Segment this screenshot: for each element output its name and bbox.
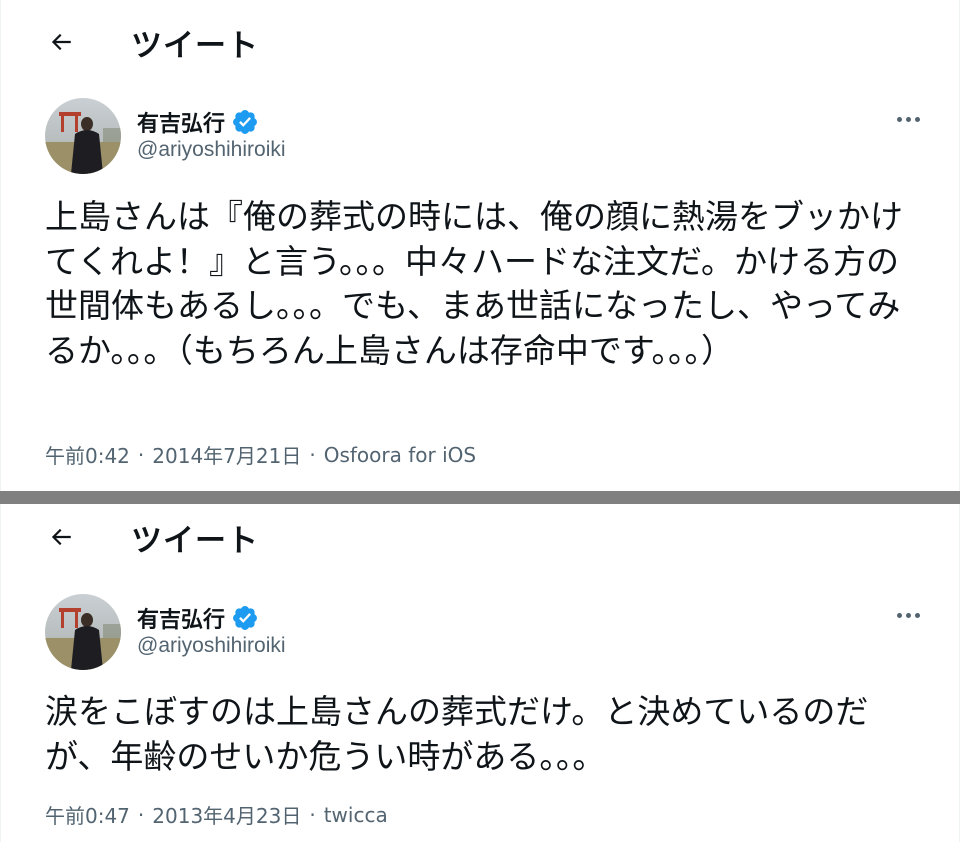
verified-badge-icon [233, 606, 257, 630]
separator: · [137, 802, 145, 827]
name-row[interactable]: 有吉弘行 [137, 602, 259, 634]
display-name: 有吉弘行 [137, 608, 226, 633]
tweet-text: 涙をこぼすのは上島さんの葬式だけ。と決めているのだが、年齢のせいか危うい時がある… [45, 692, 869, 776]
avatar-image [45, 98, 121, 174]
page-title: ツイート [131, 28, 259, 64]
name-row[interactable]: 有吉弘行 [137, 106, 259, 138]
tweet-panel-2: ツイート 有吉弘行 @ariyoshihiroiki 涙をこぼすのは上島さんの葬… [0, 504, 960, 842]
verified-badge-icon [233, 110, 257, 134]
separator: · [309, 802, 316, 827]
more-button[interactable] [891, 104, 925, 134]
header-bar: ツイート [1, 0, 959, 82]
tweet-source[interactable]: twicca [324, 803, 388, 827]
user-handle[interactable]: @ariyoshihiroiki [137, 138, 286, 162]
tweet-panel-1: ツイート 有吉弘行 @ariyoshihiroiki 上島さんは『俺の葬式の時に… [0, 0, 960, 491]
user-handle[interactable]: @ariyoshihiroiki [137, 634, 286, 658]
tweet-author: 有吉弘行 @ariyoshihiroiki [45, 594, 925, 674]
separator: · [309, 442, 316, 467]
header-bar: ツイート [1, 504, 959, 586]
tweet-source[interactable]: Osfoora for iOS [324, 443, 476, 467]
page-title: ツイート [131, 523, 259, 559]
back-button[interactable] [41, 517, 81, 557]
tweet-author: 有吉弘行 @ariyoshihiroiki [45, 98, 925, 178]
back-button[interactable] [41, 22, 81, 62]
tweet-date[interactable]: 2014年7月21日 [152, 440, 301, 469]
tweet-time[interactable]: 午前0:47 [45, 800, 130, 829]
more-dots-icon [896, 612, 902, 618]
more-button[interactable] [891, 600, 925, 630]
tweet-text: 上島さんは『俺の葬式の時には、俺の顔に熱湯をブッかけてくれよ！』と言う。。。中々… [45, 197, 903, 370]
arrow-left-icon [51, 528, 71, 546]
display-name: 有吉弘行 [137, 112, 226, 137]
tweet-time[interactable]: 午前0:42 [45, 440, 130, 469]
tweet-meta: 午前0:47 · 2013年4月23日 · twicca [45, 800, 388, 829]
separator: · [137, 442, 145, 467]
tweet-date[interactable]: 2013年4月23日 [152, 800, 301, 829]
avatar[interactable] [45, 98, 121, 174]
avatar[interactable] [45, 594, 121, 670]
arrow-left-icon [51, 33, 71, 51]
screenshot-divider [0, 491, 960, 504]
more-dots-icon [896, 116, 902, 122]
avatar-image [45, 594, 121, 670]
tweet-meta: 午前0:42 · 2014年7月21日 · Osfoora for iOS [45, 440, 476, 469]
